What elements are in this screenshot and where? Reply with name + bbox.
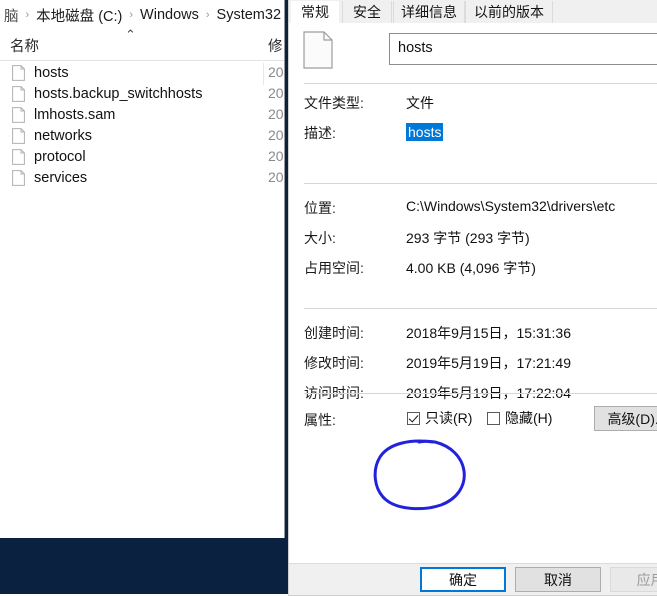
property-label: 占用空间: (304, 260, 364, 276)
column-header-row: 名称 ⌃ 修 (0, 27, 284, 85)
divider (304, 183, 657, 184)
file-date-modified: 20 (268, 169, 284, 185)
tab-1[interactable]: 安全 (342, 1, 392, 23)
property-value: 2018年9月15日，15:31:36 (406, 325, 571, 341)
file-date-modified: 20 (268, 64, 284, 80)
tab-0[interactable]: 常规 (291, 1, 339, 23)
property-row: 占用空间: 4.00 KB (4,096 字节) (289, 258, 657, 280)
tab-2[interactable]: 详细信息 (393, 1, 465, 23)
property-row: 修改时间: 2019年5月19日，17:21:49 (289, 353, 657, 375)
ok-button[interactable]: 确定 (420, 567, 506, 592)
divider (304, 393, 657, 394)
readonly-checkbox[interactable]: 只读(R) (407, 408, 472, 428)
property-row: 描述: hosts (289, 123, 657, 145)
file-list-item[interactable]: protocol 20 (0, 146, 284, 167)
column-header-date-modified[interactable]: 修 (268, 35, 284, 56)
file-type-icon (303, 31, 333, 69)
file-list-item[interactable]: hosts 20 (0, 62, 284, 83)
property-label: 描述: (304, 125, 336, 141)
file-icon (12, 169, 25, 186)
sort-ascending-icon: ⌃ (125, 27, 136, 42)
breadcrumb-item-1[interactable]: 本地磁盘 (C:) (34, 5, 124, 26)
advanced-button[interactable]: 高级(D)... (594, 406, 657, 431)
property-row: 创建时间: 2018年9月15日，15:31:36 (289, 323, 657, 345)
breadcrumb-item-2[interactable]: Windows (138, 7, 201, 23)
divider (304, 308, 657, 309)
file-date-modified: 20 (268, 106, 284, 122)
file-explorer-window: 脑 › 本地磁盘 (C:) › Windows › System32 名称 ⌃ … (0, 0, 285, 538)
file-list-item[interactable]: hosts.backup_switchhosts 20 (0, 83, 284, 104)
breadcrumb[interactable]: 脑 › 本地磁盘 (C:) › Windows › System32 (0, 0, 284, 31)
tab-strip: 常规 安全 详细信息 以前的版本 (289, 1, 657, 23)
checkbox-unchecked-icon[interactable] (487, 411, 500, 425)
file-name-label: lmhosts.sam (34, 106, 116, 123)
file-icon (12, 148, 25, 165)
file-name-label: services (34, 169, 88, 186)
apply-button: 应用( (610, 567, 657, 592)
file-icon (12, 106, 25, 123)
property-row: 大小: 293 字节 (293 字节) (289, 228, 657, 250)
property-label: 修改时间: (304, 355, 364, 371)
breadcrumb-separator-icon: › (129, 9, 134, 21)
tab-3[interactable]: 以前的版本 (465, 1, 553, 23)
column-header-name[interactable]: 名称 (10, 35, 39, 56)
property-value: C:\Windows\System32\drivers\etc (406, 198, 616, 214)
property-label: 大小: (304, 230, 336, 246)
breadcrumb-separator-icon: › (205, 9, 210, 21)
file-icon (12, 64, 25, 81)
file-properties-dialog: 常规安全详细信息以前的版本 hosts ▪ 文件类型: 文件描述: hosts 位置:… (288, 0, 657, 596)
attributes-label: 属性: (304, 412, 336, 428)
dialog-body: hosts ▪ 文件类型: 文件描述: hosts 位置: C:\Windows\Sys… (289, 23, 657, 563)
hidden-label: 隐藏(H) (505, 410, 553, 426)
breadcrumb-item-0[interactable]: 脑 (2, 5, 21, 26)
property-value: 2019年5月19日，17:21:49 (406, 355, 571, 371)
property-row: 位置: C:\Windows\System32\drivers\etc (289, 198, 657, 220)
property-label: 创建时间: (304, 325, 364, 341)
cancel-button[interactable]: 取消 (515, 567, 601, 592)
file-name-label: networks (34, 127, 93, 144)
breadcrumb-separator-icon: › (25, 9, 30, 21)
file-icon (12, 127, 25, 144)
file-name-label: protocol (34, 148, 86, 165)
file-list[interactable]: hosts 20 hosts.backup_switchhosts 20 lmhosts… (0, 62, 284, 532)
checkbox-checked-icon[interactable] (407, 411, 420, 425)
file-name-label: hosts (34, 64, 69, 81)
property-row: 文件类型: 文件 (289, 93, 657, 115)
dialog-footer: 确定 取消 应用( (289, 563, 657, 595)
breadcrumb-item-3[interactable]: System32 (215, 7, 283, 23)
property-value: 文件 (406, 95, 434, 111)
readonly-label: 只读(R) (425, 410, 473, 426)
file-name-label: hosts.backup_switchhosts (34, 85, 203, 102)
divider (304, 83, 657, 84)
property-label: 位置: (304, 200, 336, 216)
property-value[interactable]: hosts (406, 123, 444, 141)
file-list-item[interactable]: lmhosts.sam 20 (0, 104, 284, 125)
file-name-input[interactable]: hosts ▪ (389, 33, 657, 65)
file-list-item[interactable]: networks 20 (0, 125, 284, 146)
file-date-modified: 20 (268, 127, 284, 143)
file-date-modified: 20 (268, 85, 284, 101)
property-value: 293 字节 (293 字节) (406, 230, 530, 246)
file-name-value: hosts (398, 40, 433, 56)
handdrawn-circle-annotation (371, 437, 477, 513)
file-list-item[interactable]: services 20 (0, 167, 284, 188)
property-row: 访问时间: 2019年5月19日，17:22:04 (289, 383, 657, 405)
hidden-checkbox[interactable]: 隐藏(H) (487, 408, 552, 428)
property-label: 文件类型: (304, 95, 364, 111)
property-value: 4.00 KB (4,096 字节) (406, 260, 536, 276)
file-date-modified: 20 (268, 148, 284, 164)
attributes-row: 属性: 只读(R) 隐藏(H) 高级(D)... (289, 406, 657, 432)
file-icon (12, 85, 25, 102)
